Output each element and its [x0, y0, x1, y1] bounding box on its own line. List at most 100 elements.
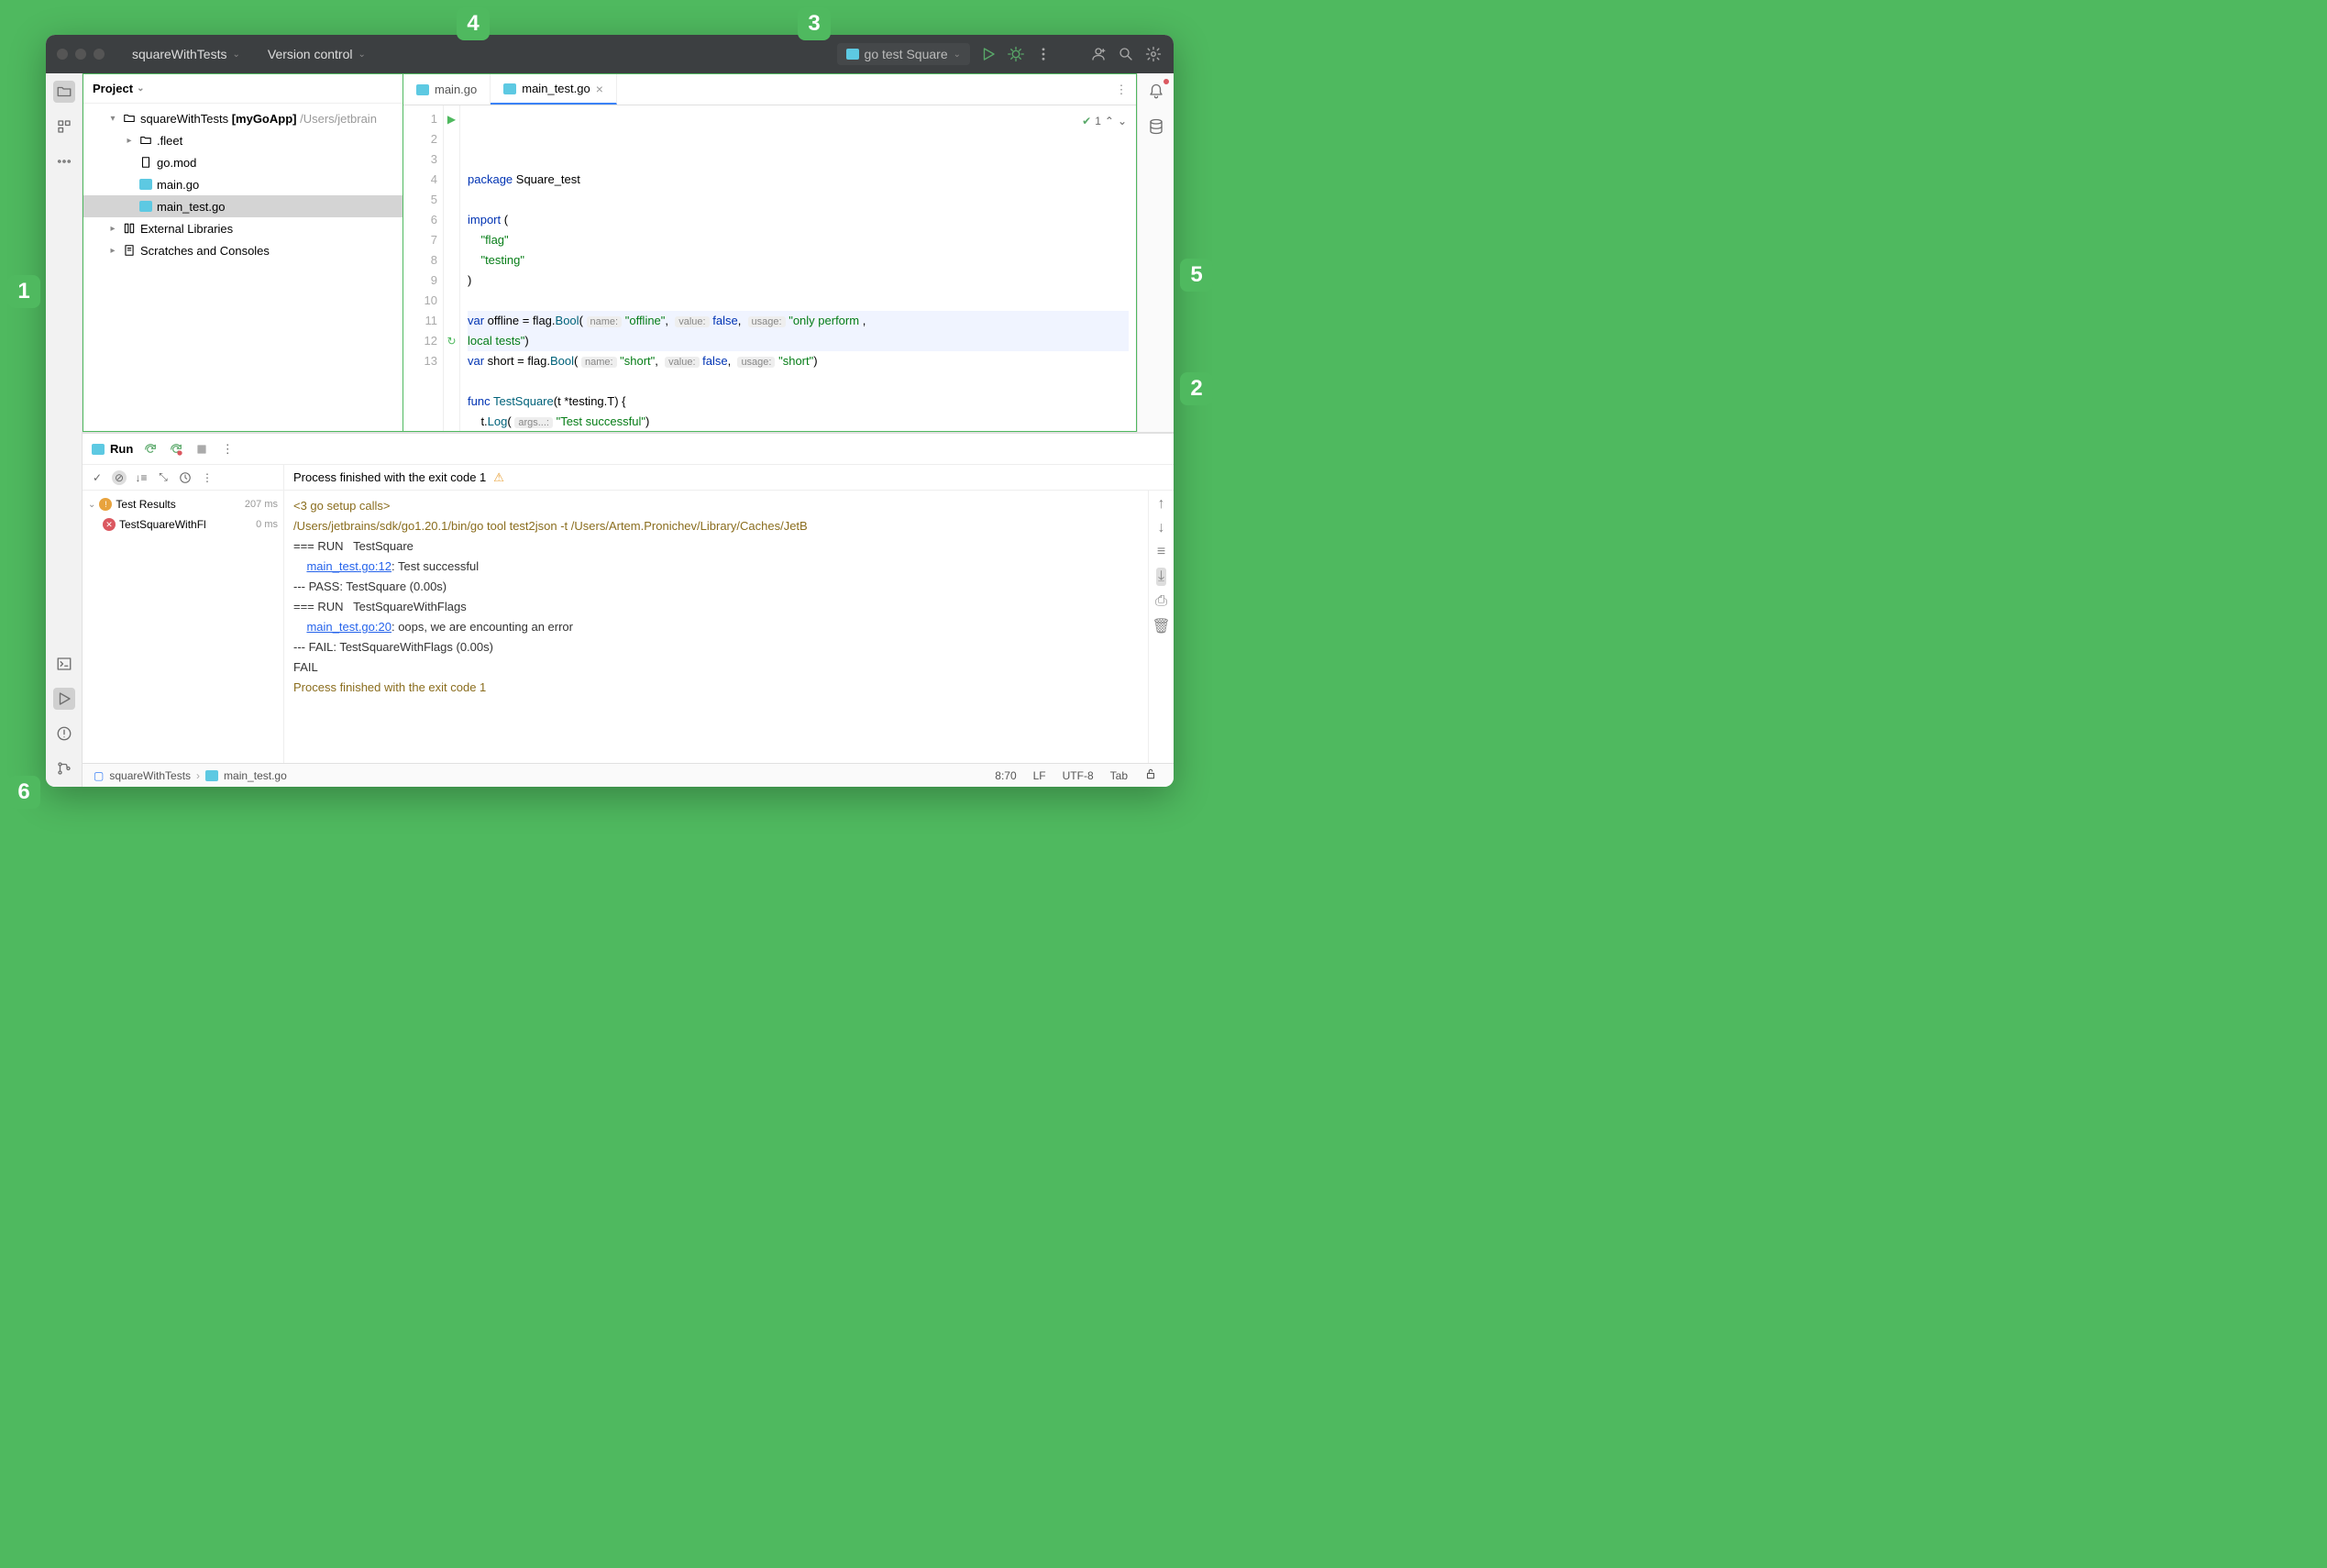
left-tool-rail	[46, 73, 83, 787]
code-line[interactable]: import (	[468, 210, 1129, 230]
terminal-tool-button[interactable]	[53, 653, 75, 675]
editor-tabs-menu[interactable]: ⋮	[1107, 74, 1136, 105]
inspection-badge[interactable]: ✔ 1 ⌃ ⌄	[1082, 111, 1127, 131]
tree-row[interactable]: ▸ .fleet	[83, 129, 403, 151]
readonly-toggle[interactable]	[1139, 767, 1163, 783]
show-passed-button[interactable]: ✓	[90, 471, 105, 484]
test-results-root[interactable]: ⌄ ! Test Results 207 ms	[83, 494, 283, 514]
project-panel-header[interactable]: Project ⌄	[83, 74, 403, 104]
tree-row[interactable]: go.mod	[83, 151, 403, 173]
callout-1: 1	[7, 275, 40, 308]
close-icon[interactable]: ×	[596, 82, 603, 96]
run-tool-button[interactable]	[53, 688, 75, 710]
test-tree-column: ✓ ⊘ ↓≡ ⤡ ⋮ ⌄ !	[83, 465, 284, 763]
ide-window: squareWithTests ⌄ Version control ⌄ go t…	[46, 35, 1174, 787]
code-line[interactable]	[468, 371, 1129, 392]
fail-icon: ✕	[103, 518, 116, 531]
code-line[interactable]: local tests")	[468, 331, 1129, 351]
history-button[interactable]	[178, 471, 193, 484]
run-panel-header: Run ⋮	[83, 434, 1174, 465]
gutter-icons[interactable]: ▶ ↻	[444, 105, 460, 431]
test-more-button[interactable]: ⋮	[200, 471, 215, 484]
close-window[interactable]	[57, 49, 68, 60]
vcs-dropdown[interactable]: Version control ⌄	[259, 43, 375, 65]
sort-button[interactable]: ↓≡	[134, 471, 149, 484]
editor-body[interactable]: 12345678910111213 ▶ ↻ ✔ 1 ⌃ ⌄ package Sq…	[403, 105, 1136, 431]
run-more-button[interactable]: ⋮	[219, 441, 236, 458]
console-line: === RUN TestSquare	[293, 536, 1139, 557]
code-line[interactable]: "flag"	[468, 230, 1129, 250]
test-toolbar: ✓ ⊘ ↓≡ ⤡ ⋮	[83, 465, 283, 491]
notifications-button[interactable]	[1145, 81, 1167, 103]
titlebar: squareWithTests ⌄ Version control ⌄ go t…	[46, 35, 1174, 73]
collapse-button[interactable]: ⤡	[156, 470, 171, 484]
callout-3: 3	[798, 7, 831, 40]
scroll-up-button[interactable]: ↑	[1158, 496, 1165, 513]
go-icon	[846, 49, 859, 60]
scroll-to-end-button[interactable]: ⤓	[1156, 568, 1166, 586]
code-area[interactable]: ✔ 1 ⌃ ⌄ package Square_test import ( "fl…	[460, 105, 1136, 431]
more-actions-button[interactable]	[1034, 45, 1053, 63]
minimize-window[interactable]	[75, 49, 86, 60]
project-dropdown[interactable]: squareWithTests ⌄	[123, 43, 249, 65]
test-tree[interactable]: ⌄ ! Test Results 207 ms ✕ TestSquareWith…	[83, 491, 283, 763]
project-tree[interactable]: ▾ squareWithTests [myGoApp] /Users/jetbr…	[83, 104, 403, 431]
stop-button[interactable]	[193, 441, 210, 458]
print-button[interactable]: ⎙	[1155, 593, 1167, 610]
tree-chevron[interactable]: ▸	[107, 246, 118, 256]
database-tool-button[interactable]	[1145, 116, 1167, 138]
tree-chevron[interactable]: ▾	[107, 114, 118, 124]
problems-tool-button[interactable]	[53, 723, 75, 745]
tree-chevron[interactable]: ▸	[107, 224, 118, 234]
tree-row[interactable]: ▸ Scratches and Consoles	[83, 239, 403, 261]
breadcrumb-file[interactable]: main_test.go	[224, 769, 287, 782]
test-row[interactable]: ✕ TestSquareWithFl 0 ms	[83, 514, 283, 535]
chevron-down-icon[interactable]: ⌄	[1118, 111, 1127, 131]
structure-tool-button[interactable]	[53, 116, 75, 138]
code-line[interactable]: func TestSquare(t *testing.T) {	[468, 392, 1129, 412]
breadcrumb-root[interactable]: squareWithTests	[109, 769, 191, 782]
code-line[interactable]	[468, 291, 1129, 311]
debug-button[interactable]	[1007, 45, 1025, 63]
rerun-button[interactable]	[142, 441, 159, 458]
clear-button[interactable]: 🗑	[1152, 617, 1170, 635]
line-separator[interactable]: LF	[1028, 769, 1052, 782]
search-button[interactable]	[1117, 45, 1135, 63]
test-time: 207 ms	[245, 499, 278, 510]
soft-wrap-button[interactable]: ≡	[1157, 544, 1165, 560]
code-line[interactable]: )	[468, 271, 1129, 291]
run-button[interactable]	[979, 45, 998, 63]
chevron-up-icon[interactable]: ⌃	[1105, 111, 1114, 131]
show-ignored-button[interactable]: ⊘	[112, 470, 127, 485]
line-gutter[interactable]: 12345678910111213	[403, 105, 444, 431]
rerun-failed-button[interactable]	[168, 441, 184, 458]
callout-5: 5	[1180, 259, 1213, 292]
editor-tabs: main.gomain_test.go× ⋮	[403, 74, 1136, 105]
tree-row[interactable]: main.go	[83, 173, 403, 195]
code-line[interactable]: package Square_test	[468, 170, 1129, 190]
code-line[interactable]: var short = flag.Bool( name: "short", va…	[468, 351, 1129, 371]
git-tool-button[interactable]	[53, 757, 75, 779]
editor-tab[interactable]: main.go	[403, 74, 491, 105]
code-line[interactable]: var offline = flag.Bool( name: "offline"…	[468, 311, 1129, 331]
code-line[interactable]: "testing"	[468, 250, 1129, 271]
indent-setting[interactable]: Tab	[1105, 769, 1133, 782]
cursor-position[interactable]: 8:70	[989, 769, 1021, 782]
settings-button[interactable]	[1144, 45, 1163, 63]
tree-row[interactable]: ▸ External Libraries	[83, 217, 403, 239]
console-output[interactable]: <3 go setup calls>/Users/jetbrains/sdk/g…	[284, 491, 1148, 763]
file-encoding[interactable]: UTF-8	[1057, 769, 1099, 782]
tree-row[interactable]: ▾ squareWithTests [myGoApp] /Users/jetbr…	[83, 107, 403, 129]
editor-tab[interactable]: main_test.go×	[491, 74, 617, 105]
more-tools-button[interactable]	[53, 150, 75, 172]
tree-row[interactable]: main_test.go	[83, 195, 403, 217]
code-with-me-button[interactable]	[1089, 45, 1108, 63]
scroll-down-button[interactable]: ↓	[1158, 520, 1165, 536]
console-line: === RUN TestSquareWithFlags	[293, 597, 1139, 617]
run-config-selector[interactable]: go test Square ⌄	[837, 43, 970, 65]
maximize-window[interactable]	[94, 49, 105, 60]
code-line[interactable]: t.Log( args...: "Test successful")	[468, 412, 1129, 431]
tree-chevron[interactable]: ▸	[124, 136, 135, 146]
project-tool-button[interactable]	[53, 81, 75, 103]
code-line[interactable]	[468, 190, 1129, 210]
